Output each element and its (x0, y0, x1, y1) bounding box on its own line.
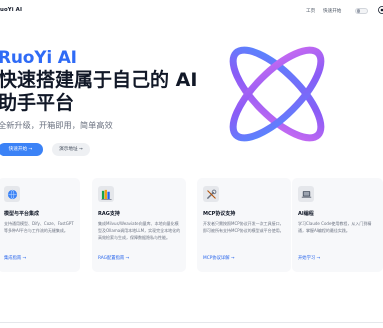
hero-product-name: RuoYi AI (0, 48, 77, 68)
rag-guide-link[interactable]: RAG配置指南 → (98, 255, 129, 261)
nav-home-link[interactable]: 工页 (306, 8, 315, 14)
card-description: 学习Claude Code使用教程，从入门到精通，掌握AI编程的最佳实践。 (298, 221, 372, 233)
toggle-knob-icon (357, 9, 361, 13)
footer-divider (0, 322, 383, 323)
card-title: 模型与平台集成 (4, 211, 40, 217)
card-description: 集成Milvus/Weaviate向量库、本地向量化模型及Ollama调用本地L… (98, 221, 181, 240)
card-description: 支持通用模型、Dify、Coze、FastGPT等多种AI平台与工作流的无缝集成… (4, 221, 74, 233)
integration-guide-link[interactable]: 集成指南 → (4, 255, 26, 261)
globe-icon (4, 186, 20, 202)
hero-title: 快速搭建属于自己的 AI 助手平台 (0, 69, 197, 115)
laptop-icon (298, 186, 314, 202)
github-icon[interactable] (378, 6, 383, 14)
orbit-logo-icon (229, 46, 325, 142)
card-title: AI编程 (298, 211, 314, 217)
hero-title-line-2: 助手平台 (0, 92, 75, 114)
card-title: MCP协议支持 (203, 211, 236, 217)
card-title: RAG支持 (98, 211, 120, 217)
quick-start-button[interactable]: 快速开始 → (0, 143, 43, 156)
start-learning-link[interactable]: 开始学习 → (298, 255, 320, 261)
feature-card-rag: RAG支持 集成Milvus/Weaviate向量库、本地向量化模型及Ollam… (92, 178, 186, 272)
top-navbar: uoYi AI 工页 快速开始 (0, 0, 383, 24)
nav-quick-start-link[interactable]: 快速开始 (323, 8, 341, 14)
book-stack-icon (98, 186, 114, 202)
hero-subtitle: 全新升级，开箱即用，简单高效 (0, 120, 113, 130)
tools-icon (203, 186, 219, 202)
feature-card-mcp: MCP协议支持 开发者只需按照MCP协议开发一次工具接口，即可被所有支持MCP协… (197, 178, 291, 272)
mcp-protocol-link[interactable]: MCP协议详解 → (203, 255, 234, 261)
theme-toggle[interactable] (355, 7, 368, 14)
card-description: 开发者只需按照MCP协议开发一次工具接口，即可被所有支持MCP协议的模型或平台使… (203, 221, 284, 233)
demo-link-button[interactable]: 演示地址 → (52, 143, 90, 156)
hero-title-line-1: 快速搭建属于自己的 AI (0, 69, 198, 91)
brand-logo-text[interactable]: uoYi AI (0, 7, 22, 13)
feature-card-ai-coding: AI编程 学习Claude Code使用教程，从入门到精通，掌握AI编程的最佳实… (292, 178, 383, 272)
feature-card-integration: 模型与平台集成 支持通用模型、Dify、Coze、FastGPT等多种AI平台与… (0, 178, 80, 272)
